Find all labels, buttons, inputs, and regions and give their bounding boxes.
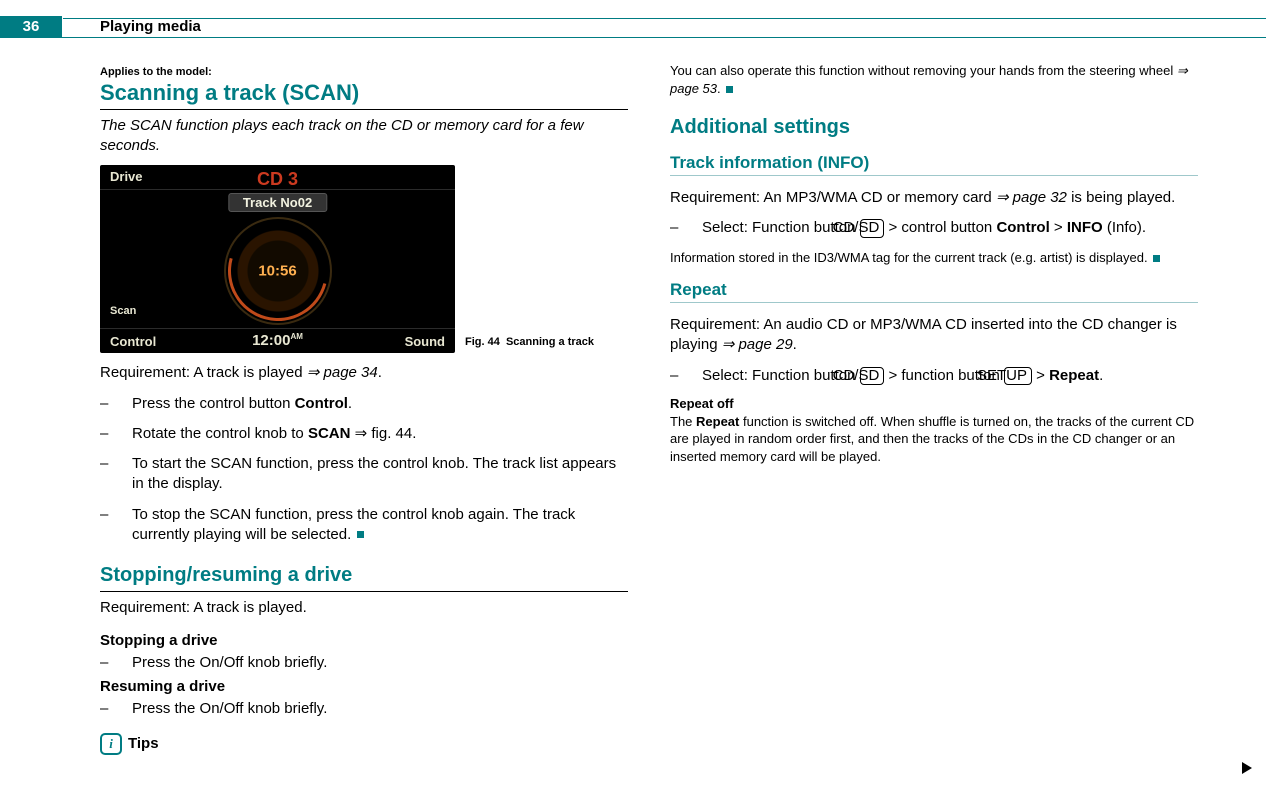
step-item: –To start the SCAN function, press the c…	[100, 454, 628, 495]
tips-text-part: .	[717, 81, 721, 96]
step-text: >	[1032, 367, 1049, 384]
screenshot-clock-time: 12:00	[252, 332, 290, 349]
step-item: –To stop the SCAN function, press the co…	[100, 505, 628, 546]
note-text: function is switched off. When shuffle i…	[670, 414, 1194, 464]
end-mark-icon	[726, 86, 733, 93]
screenshot-scan-label: Scan	[110, 305, 136, 317]
requirement-text: Requirement: An audio CD or MP3/WMA CD i…	[670, 315, 1198, 356]
step-text: .	[1099, 367, 1103, 384]
requirement-text: Requirement: An MP3/WMA CD or memory car…	[670, 188, 1198, 208]
req-suffix: .	[378, 364, 382, 381]
step-bold: INFO	[1067, 219, 1103, 236]
tips-text: You can also operate this function witho…	[670, 62, 1198, 97]
screenshot-clock: 12:00AM	[100, 332, 455, 349]
page-reference[interactable]: ⇒ page 32	[996, 189, 1067, 206]
requirement-text: Requirement: A track is played ⇒ page 34…	[100, 363, 628, 383]
figure-caption-text: Scanning a track	[506, 336, 594, 348]
step-item: –Press the On/Off knob briefly.	[100, 699, 628, 719]
step-text: To start the SCAN function, press the co…	[132, 455, 616, 492]
end-mark-icon	[1153, 255, 1160, 262]
end-mark-icon	[357, 531, 364, 538]
step-text: .	[348, 395, 352, 412]
continue-arrow-icon	[1240, 761, 1254, 775]
req-text: Requirement: An MP3/WMA CD or memory car…	[670, 189, 996, 206]
step-text: Press the On/Off knob briefly.	[132, 700, 327, 717]
screenshot-track-pill: Track No02	[228, 193, 327, 212]
hardware-button-cdsd: CD/SD	[860, 219, 885, 238]
step-text: Press the On/Off knob briefly.	[132, 654, 327, 671]
screenshot-sound-label: Sound	[405, 334, 445, 349]
step-item: –Select: Function button CD/SD > control…	[670, 218, 1198, 238]
topic-heading-info: Track information (INFO)	[670, 153, 1198, 176]
section-rule	[100, 109, 628, 110]
hardware-button-cdsd: CD/SD	[860, 367, 885, 386]
section-rule	[100, 591, 628, 592]
page-reference[interactable]: ⇒ page 34	[307, 364, 378, 381]
step-item: –Press the On/Off knob briefly.	[100, 653, 628, 673]
header-bar: 36 Playing media	[0, 16, 1266, 38]
section-heading-stop-resume: Stopping/resuming a drive	[100, 563, 628, 587]
figure-screenshot: Drive CD 3 Track No02 10:56 Scan Control…	[100, 165, 455, 353]
sub-heading-stopping: Stopping a drive	[100, 632, 628, 649]
req-text: .	[793, 336, 797, 353]
step-text: Rotate the control knob to	[132, 425, 308, 442]
figure-caption-prefix: Fig. 44	[465, 336, 500, 348]
page: 36 Playing media Applies to the model: S…	[0, 0, 1266, 793]
requirement-text: Requirement: A track is played.	[100, 598, 628, 618]
step-bold: Control	[996, 219, 1049, 236]
step-bold: SCAN	[308, 425, 351, 442]
step-text: > control button	[884, 219, 996, 236]
screenshot-dial-time: 10:56	[258, 263, 296, 280]
step-bold: Control	[295, 395, 348, 412]
section-heading-additional: Additional settings	[670, 115, 1198, 139]
repeat-off-note: The Repeat function is switched off. Whe…	[670, 413, 1198, 466]
screenshot-cd-label: CD 3	[100, 169, 455, 190]
figure-caption: Fig. 44 Scanning a track	[465, 336, 628, 353]
hardware-button-setup: SETUP	[1004, 367, 1032, 386]
req-text: is being played.	[1067, 189, 1175, 206]
page-number: 36	[0, 16, 62, 38]
info-note: Information stored in the ID3/WMA tag fo…	[670, 249, 1198, 267]
note-text: Information stored in the ID3/WMA tag fo…	[670, 250, 1148, 265]
tips-text-part: You can also operate this function witho…	[670, 63, 1177, 78]
page-reference[interactable]: ⇒ page 29	[722, 336, 793, 353]
header-rule-top	[63, 18, 1266, 19]
figure-row: Drive CD 3 Track No02 10:56 Scan Control…	[100, 165, 628, 353]
step-text: Press the control button	[132, 395, 295, 412]
step-bold: Repeat	[1049, 367, 1099, 384]
topic-heading-repeat: Repeat	[670, 280, 1198, 303]
tips-heading: i Tips	[100, 733, 628, 755]
applies-label: Applies to the model:	[100, 66, 628, 78]
sub-heading-resuming: Resuming a drive	[100, 678, 628, 695]
tips-label: Tips	[128, 735, 159, 752]
step-item: –Select: Function button CD/SD > functio…	[670, 366, 1198, 386]
step-text: >	[1050, 219, 1067, 236]
note-text: The	[670, 414, 696, 429]
step-text: (Info).	[1103, 219, 1146, 236]
chapter-title: Playing media	[100, 16, 201, 38]
content-columns: Applies to the model: Scanning a track (…	[100, 62, 1198, 781]
header-rule-bottom	[0, 37, 1266, 38]
step-item: –Rotate the control knob to SCAN ⇒ fig. …	[100, 424, 628, 444]
sub-heading-repeat-off: Repeat off	[670, 396, 1198, 411]
step-item: –Press the control button Control.	[100, 394, 628, 414]
section-intro: The SCAN function plays each track on th…	[100, 116, 628, 155]
info-icon: i	[100, 733, 122, 755]
screenshot-dial: 10:56	[224, 217, 332, 325]
step-text: ⇒ fig. 44.	[350, 425, 416, 442]
req-prefix: Requirement: A track is played	[100, 364, 307, 381]
note-bold: Repeat	[696, 414, 739, 429]
step-text: To stop the SCAN function, press the con…	[132, 506, 575, 543]
section-heading-scan: Scanning a track (SCAN)	[100, 80, 628, 105]
screenshot-clock-ampm: AM	[290, 332, 302, 341]
screenshot-divider	[100, 328, 455, 329]
